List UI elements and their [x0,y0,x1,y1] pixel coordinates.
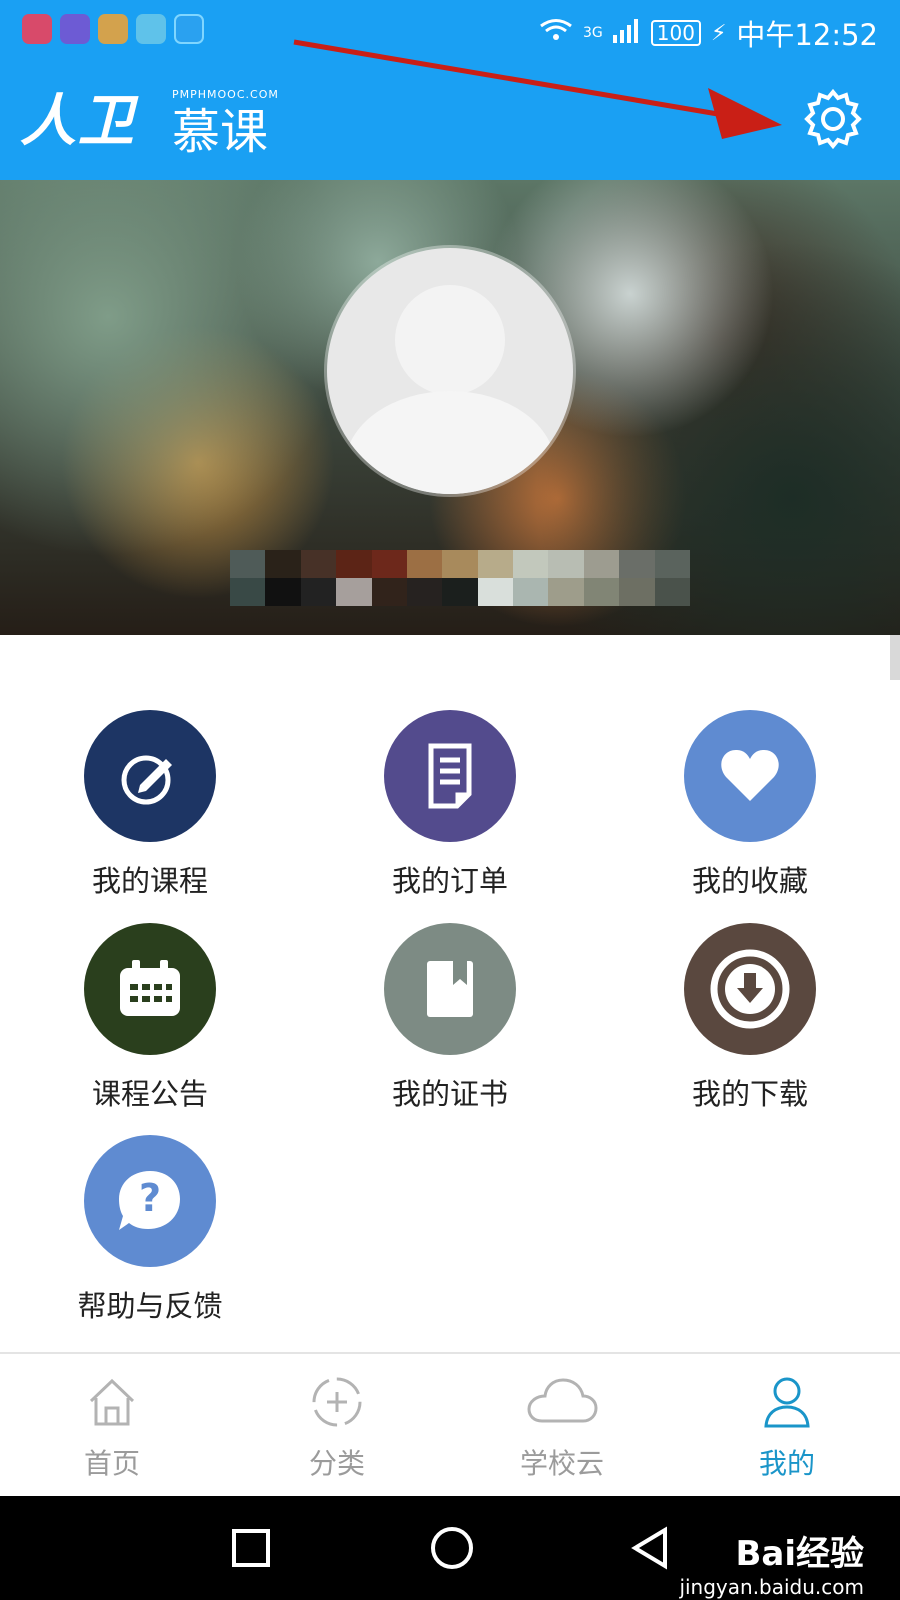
tab-label-category: 分类 [308,1447,365,1480]
notification-app-icons [22,14,204,44]
clock: 中午12:52 [736,18,878,52]
tab-category[interactable]: 分类 [267,1374,407,1482]
document-icon [384,710,516,842]
tab-label-mine: 我的 [758,1447,815,1480]
logo-main-text: 人卫 [20,88,136,154]
help-icon: ? [84,1135,216,1267]
download-icon [684,923,816,1055]
tab-mine[interactable]: 我的 [717,1374,857,1482]
bottom-tab-bar: 首页 分类 学校云 我的 [0,1352,900,1498]
watermark-domain: jingyan.baidu.com [679,1575,864,1599]
menu-item-my-certificates[interactable]: 我的证书 [340,923,560,1113]
watermark-brand: Bai经验 [735,1534,864,1574]
signal-icon [612,16,641,50]
wifi-icon [539,16,573,50]
app-icon-3 [98,14,128,44]
tab-school-cloud[interactable]: 学校云 [492,1374,632,1482]
menu-label-my-orders: 我的订单 [391,864,508,898]
menu-item-my-downloads[interactable]: 我的下载 [640,923,860,1113]
tab-label-home: 首页 [83,1447,140,1480]
tab-home[interactable]: 首页 [42,1374,182,1482]
menu-item-my-favorites[interactable]: 我的收藏 [640,710,860,900]
charging-icon: ⚡ [710,20,727,46]
baidu-watermark: Bai经验 jingyan.baidu.com [679,1526,864,1599]
battery-level: 100 [650,20,701,46]
app-icon-1 [22,14,52,44]
app-icon-2 [60,14,90,44]
recent-apps-icon[interactable] [230,1527,272,1569]
blurred-username [230,550,690,606]
back-icon[interactable] [629,1526,671,1570]
user-icon [764,1377,810,1428]
avatar-body [345,391,555,494]
menu-item-course-announcements[interactable]: 课程公告 [40,923,260,1113]
home-icon [89,1378,135,1426]
avatar[interactable] [327,248,573,494]
tab-label-school-cloud: 学校云 [519,1447,604,1480]
menu-label-my-favorites: 我的收藏 [691,864,808,898]
menu-label-my-certificates: 我的证书 [391,1077,508,1111]
menu-item-my-courses[interactable]: 我的课程 [40,710,260,900]
android-navigation-bar: Bai经验 jingyan.baidu.com [0,1496,900,1600]
avatar-head [395,285,505,395]
calendar-icon [84,923,216,1055]
menu-item-my-orders[interactable]: 我的订单 [340,710,560,900]
logo-sub-text: 慕课 [172,104,269,160]
svg-text:?: ? [139,1176,161,1220]
system-status: 3G 100 ⚡ 中午12:52 [539,12,878,54]
profile-banner [0,180,900,635]
app-icon-5 [174,14,204,44]
menu-label-my-courses: 我的课程 [91,864,208,898]
user-menu: 我的课程 我的订单 我的收藏 课程公告 我的证书 我的下载 ? 帮助与反馈 [0,680,900,1325]
home-button-icon[interactable] [429,1525,475,1571]
network-type: 3G [583,25,603,41]
app-header: 人卫 PMPHMOOC.COM 慕课 [0,62,900,180]
cloud-icon [527,1378,598,1423]
menu-label-help-feedback: 帮助与反馈 [77,1289,223,1323]
category-icon [312,1377,362,1427]
menu-label-my-downloads: 我的下载 [691,1077,808,1111]
menu-label-course-announcements: 课程公告 [91,1077,208,1111]
book-icon [384,923,516,1055]
menu-item-help-feedback[interactable]: ? 帮助与反馈 [40,1135,260,1325]
heart-icon [684,710,816,842]
app-icon-4 [136,14,166,44]
edit-icon [84,710,216,842]
status-bar: 3G 100 ⚡ 中午12:52 [0,0,900,62]
gear-icon[interactable] [802,88,864,150]
